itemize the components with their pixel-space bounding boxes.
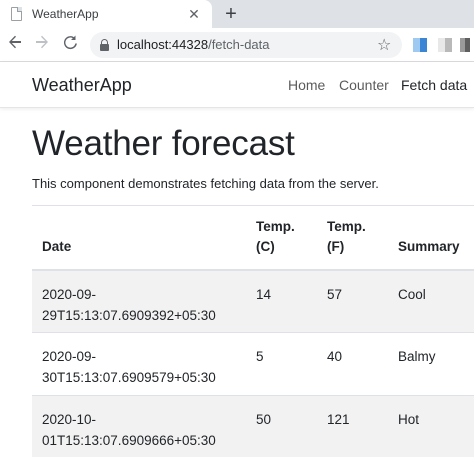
back-arrow-icon[interactable]: [4, 34, 26, 56]
cell-date: 2020-09- 30T15:13:07.6909579+05:30: [32, 332, 246, 396]
cell-temp-c: 5: [246, 332, 317, 396]
page-title: Weather forecast: [32, 124, 295, 163]
url-host: localhost:44328: [117, 37, 209, 52]
extension-icon[interactable]: [413, 38, 427, 52]
extension-icon[interactable]: [460, 38, 470, 52]
star-icon[interactable]: ☆: [377, 35, 391, 55]
app-navbar: WeatherApp Home Counter Fetch data: [0, 62, 474, 108]
lock-icon[interactable]: [100, 39, 109, 51]
forward-arrow-icon[interactable]: [31, 34, 53, 56]
browser-tab[interactable]: WeatherApp ✕: [0, 0, 212, 28]
url-path: /fetch-data: [208, 37, 270, 52]
cell-summary: Balmy: [388, 332, 474, 396]
cell-temp-f: 121: [317, 395, 388, 457]
cell-temp-c: 50: [246, 395, 317, 457]
cell-temp-f: 40: [317, 332, 388, 396]
address-bar[interactable]: localhost:44328/fetch-data ☆: [90, 32, 402, 58]
tab-title: WeatherApp: [32, 7, 99, 21]
nav-link-fetch-data[interactable]: Fetch data: [401, 77, 467, 93]
nav-link-counter[interactable]: Counter: [339, 77, 389, 93]
table-row: 2020-09- 30T15:13:07.6909579+05:30 5 40 B…: [32, 332, 474, 396]
header-temp-c: Temp. (C): [246, 205, 317, 271]
header-date: Date: [32, 205, 246, 271]
cell-summary: Hot: [388, 395, 474, 457]
page-description: This component demonstrates fetching dat…: [32, 176, 379, 191]
cell-temp-c: 14: [246, 269, 317, 333]
nav-link-home[interactable]: Home: [288, 77, 325, 93]
new-tab-button[interactable]: +: [220, 3, 242, 25]
header-temp-f: Temp. (F): [317, 205, 388, 271]
browser-tabstrip: WeatherApp ✕ +: [0, 0, 474, 28]
header-summary: Summary: [388, 205, 474, 271]
table-row: 2020-10- 01T15:13:07.6909666+05:30 50 121…: [32, 395, 474, 457]
forecast-table: Date Temp. (C) Temp. (F) Summary 2020-09- 2…: [32, 205, 474, 457]
reload-icon[interactable]: [60, 34, 82, 56]
navbar-brand[interactable]: WeatherApp: [32, 75, 132, 96]
table-header-row: Date Temp. (C) Temp. (F) Summary: [32, 205, 474, 271]
cell-date: 2020-10- 01T15:13:07.6909666+05:30: [32, 395, 246, 457]
extension-icon[interactable]: [438, 38, 452, 52]
table-row: 2020-09- 29T15:13:07.6909392+05:30 14 57 …: [32, 269, 474, 333]
browser-toolbar: localhost:44328/fetch-data ☆: [0, 28, 474, 62]
close-icon[interactable]: ✕: [185, 5, 203, 23]
cell-date: 2020-09- 29T15:13:07.6909392+05:30: [32, 269, 246, 333]
cell-temp-f: 57: [317, 269, 388, 333]
cell-summary: Cool: [388, 269, 474, 333]
url-text[interactable]: localhost:44328/fetch-data: [117, 37, 270, 52]
favicon-icon: [11, 7, 22, 21]
